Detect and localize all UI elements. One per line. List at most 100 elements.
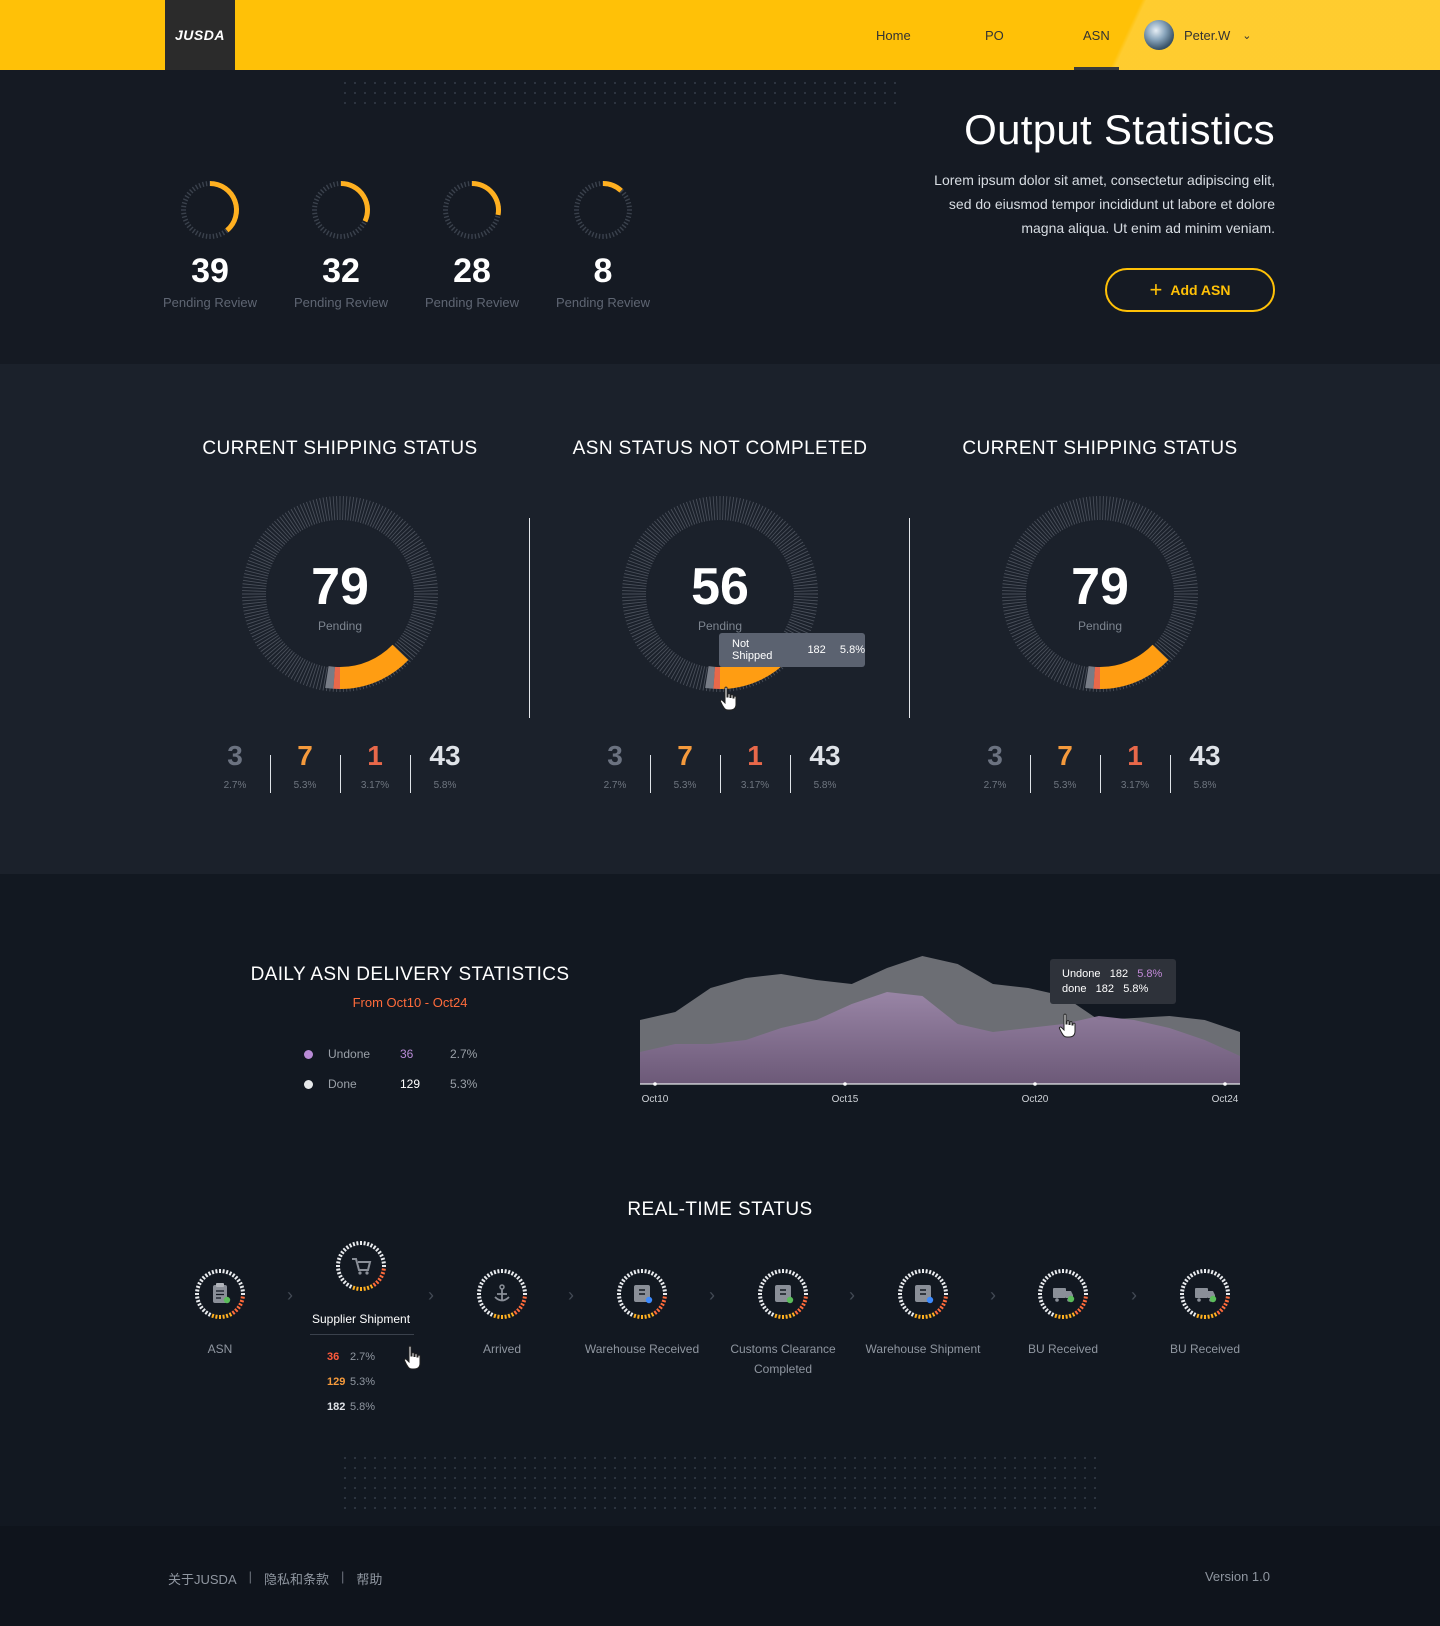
stat-item: 43 5.8% <box>790 740 860 793</box>
card-value: 79 <box>311 558 369 616</box>
x-tick-dot <box>1033 1082 1037 1086</box>
stat-item: 7 5.3% <box>270 740 340 793</box>
hand-cursor-icon <box>719 686 737 711</box>
status-card: ASN STATUS NOT COMPLETED 56 Pending 3 2.7… <box>530 364 910 874</box>
hero-section: 39 Pending Review 32 Pending Review 28 P… <box>0 70 1440 364</box>
logo-text: JUSDA <box>175 27 225 43</box>
stat-pct: 3.17% <box>360 780 390 791</box>
daily-section: DAILY ASN DELIVERY STATISTICS From Oct10… <box>0 874 1440 1166</box>
mini-stat: 39 Pending Review <box>160 178 260 310</box>
tooltip-undone-label: Undone <box>1062 968 1101 980</box>
tooltip-done-label: done <box>1062 983 1087 995</box>
stat-item: 1 3.17% <box>720 740 790 793</box>
tooltip-done-row: done 182 5.8% <box>1062 982 1176 997</box>
status-step[interactable]: ASN <box>155 1266 285 1359</box>
step-label: Customs Clearance Completed <box>730 1342 836 1376</box>
card-title: ASN STATUS NOT COMPLETED <box>572 438 868 459</box>
anchor-icon <box>477 1269 527 1319</box>
status-step[interactable]: BU Received <box>1140 1266 1270 1359</box>
card-stats: 3 2.7% 7 5.3% 1 3.17% 43 5.8% <box>910 740 1290 793</box>
tooltip-value: 182 <box>807 644 826 656</box>
stat-item: 7 5.3% <box>650 740 720 793</box>
popup-value: 129 <box>327 1375 346 1388</box>
mini-ring-icon <box>312 181 370 239</box>
mini-ring-icon <box>181 181 239 239</box>
truck-icon <box>1038 1269 1088 1319</box>
chevron-right-icon: › <box>1131 1285 1137 1305</box>
hand-cursor-icon <box>1058 1013 1076 1038</box>
card-sub: Pending <box>697 619 743 633</box>
stat-pct: 2.7% <box>603 780 627 791</box>
mini-stat-label: Pending Review <box>556 295 650 310</box>
warehouse-icon <box>617 1269 667 1319</box>
stat-pct: 3.17% <box>1120 780 1150 791</box>
card-value: 56 <box>691 558 749 616</box>
footer-link-privacy[interactable]: 隐私和条款 <box>264 1569 329 1588</box>
add-asn-button[interactable]: + Add ASN <box>1105 268 1275 312</box>
status-step[interactable]: Supplier Shipment <box>296 1238 426 1329</box>
step-label: Warehouse Received <box>584 1342 700 1356</box>
chevron-right-icon: › <box>849 1285 855 1305</box>
plus-icon: + <box>1149 277 1163 302</box>
stat-value: 1 <box>367 740 383 771</box>
nav-po[interactable]: PO <box>985 0 1004 70</box>
stat-pct: 5.8% <box>1193 780 1217 791</box>
mini-ring-icon <box>443 181 501 239</box>
popup-pct: 5.8% <box>350 1400 376 1413</box>
mini-stat-value: 28 <box>453 252 491 290</box>
card-sub: Pending <box>317 619 363 633</box>
stat-item: 43 5.8% <box>410 740 480 793</box>
nav-home[interactable]: Home <box>876 0 911 70</box>
status-step[interactable]: Warehouse Received <box>577 1266 707 1359</box>
step-label: Supplier Shipment <box>311 1312 411 1326</box>
status-step[interactable]: BU Received <box>998 1266 1128 1359</box>
legend-dot <box>304 1079 313 1089</box>
version-label: Version 1.0 <box>1204 1569 1270 1584</box>
chevron-right-icon: › <box>990 1285 996 1305</box>
dot-pattern <box>340 78 900 110</box>
mini-stat: 8 Pending Review <box>553 178 653 310</box>
mini-stat: 28 Pending Review <box>422 178 522 310</box>
tooltip-undone-pct: 5.8% <box>1137 968 1163 980</box>
stat-pct: 3.17% <box>740 780 770 791</box>
stat-value: 3 <box>607 740 623 771</box>
mini-stat: 32 Pending Review <box>291 178 391 310</box>
stat-item: 1 3.17% <box>1100 740 1170 793</box>
status-step[interactable]: Warehouse Shipment <box>858 1266 988 1359</box>
tooltip-undone-row: Undone 182 5.8% <box>1062 967 1176 982</box>
status-step[interactable]: Arrived <box>437 1266 567 1359</box>
stat-item: 7 5.3% <box>1030 740 1100 793</box>
footer-link-help[interactable]: 帮助 <box>356 1569 382 1588</box>
footer-links: 关于JUSDA | 隐私和条款 | 帮助 <box>168 1569 382 1588</box>
mini-stat-label: Pending Review <box>163 295 257 310</box>
status-card: CURRENT SHIPPING STATUS 79 Pending 3 2.7%… <box>910 364 1290 874</box>
avatar <box>1144 20 1174 50</box>
legend-name: Undone <box>328 1047 371 1061</box>
page-description: Lorem ipsum dolor sit amet, consectetur … <box>934 172 1275 236</box>
footer-link-about[interactable]: 关于JUSDA <box>168 1569 237 1588</box>
x-tick-label: Oct20 <box>1022 1094 1049 1104</box>
logo[interactable]: JUSDA <box>165 0 235 70</box>
legend-count: 129 <box>400 1077 421 1091</box>
stat-value: 3 <box>227 740 243 771</box>
stat-pct: 5.8% <box>813 780 837 791</box>
page-title: Output Statistics <box>964 106 1275 153</box>
realtime-title: REAL-TIME STATUS <box>627 1199 813 1220</box>
footer: 关于JUSDA | 隐私和条款 | 帮助 Version 1.0 <box>0 1526 1440 1626</box>
popup-row: 129 5.3% <box>310 1369 414 1394</box>
x-tick-dot <box>653 1082 657 1086</box>
user-menu[interactable]: Peter.W ⌄ <box>1144 20 1251 50</box>
stat-pct: 5.3% <box>293 780 317 791</box>
stat-item: 3 2.7% <box>580 740 650 791</box>
tooltip-label: Not Shipped <box>732 638 773 662</box>
separator: | <box>341 1569 345 1584</box>
legend-item-done: Done 129 5.3% <box>304 1074 477 1094</box>
status-step[interactable]: Customs Clearance Completed <box>718 1266 848 1379</box>
tooltip-pct: 5.8% <box>839 644 865 656</box>
stat-item: 1 3.17% <box>340 740 410 793</box>
tooltip-undone-value: 182 <box>1109 968 1129 980</box>
user-name: Peter.W <box>1184 27 1231 43</box>
nav-asn[interactable]: ASN <box>1074 0 1119 70</box>
step-popup-stats: 36 2.7% 129 5.3% 182 5.8% <box>310 1334 414 1419</box>
legend-count: 36 <box>400 1047 414 1061</box>
